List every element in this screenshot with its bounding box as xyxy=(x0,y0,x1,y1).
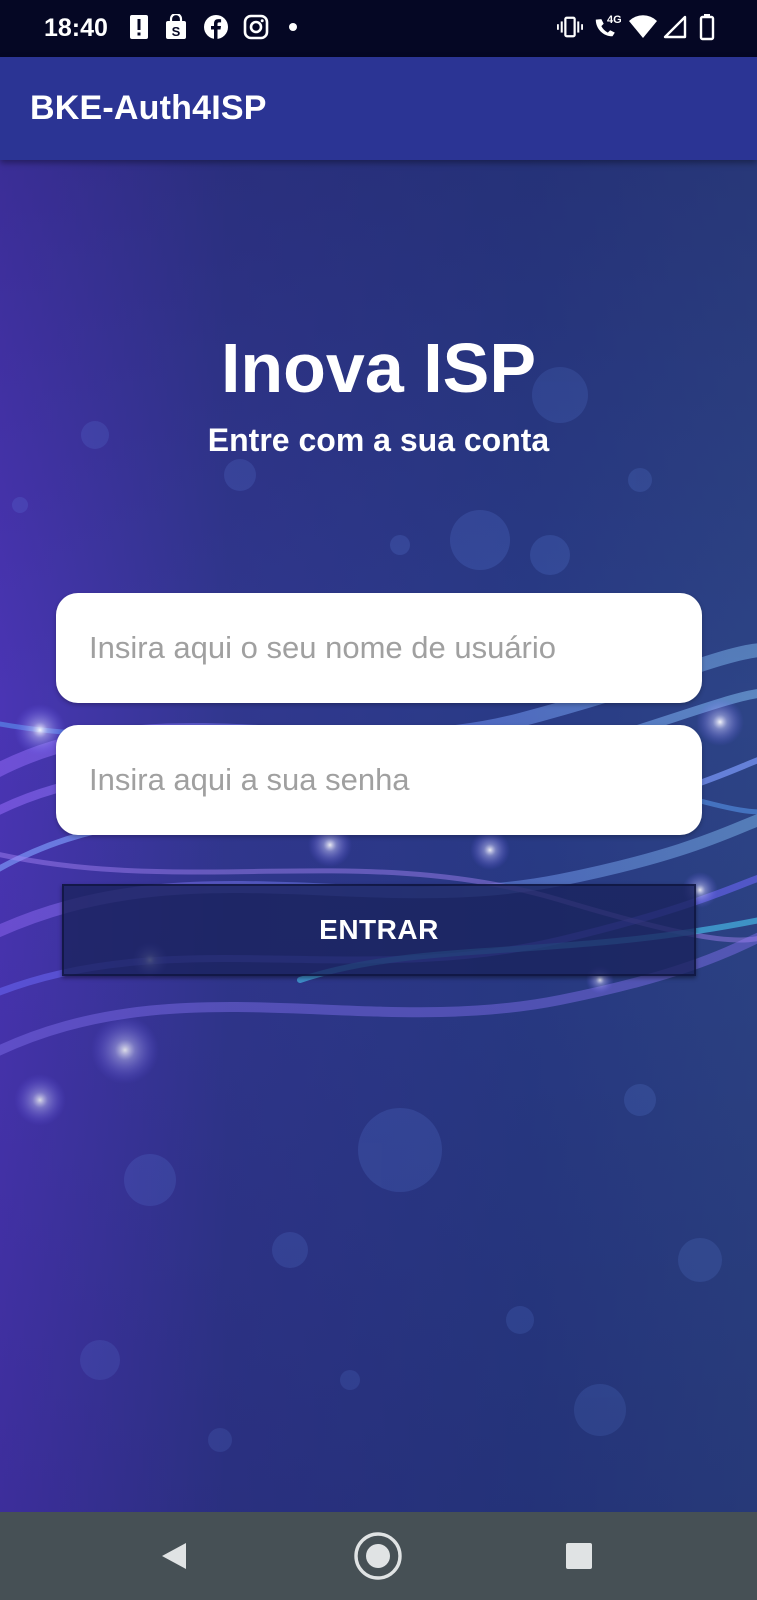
alert-icon xyxy=(126,14,152,40)
navigation-bar xyxy=(0,1512,757,1600)
shopping-bag-icon: S xyxy=(163,14,189,40)
login-background: Inova ISP Entre com a sua conta ENTRAR xyxy=(0,160,757,1512)
enter-button[interactable]: ENTRAR xyxy=(62,884,696,976)
status-bar: 18:40 S 4G xyxy=(0,0,757,57)
signal-icon xyxy=(662,14,688,40)
instagram-icon xyxy=(243,14,269,40)
dot-icon xyxy=(280,14,306,40)
login-headline: Inova ISP xyxy=(220,329,537,407)
recents-icon[interactable] xyxy=(565,1542,593,1570)
app-bar: BKE-Auth4ISP xyxy=(0,57,757,160)
back-icon[interactable] xyxy=(158,1540,190,1572)
username-field[interactable] xyxy=(56,593,702,703)
login-subheadline: Entre com a sua conta xyxy=(207,422,550,458)
facebook-icon xyxy=(203,14,229,40)
password-field[interactable] xyxy=(56,725,702,835)
svg-text:S: S xyxy=(172,24,181,39)
home-icon[interactable] xyxy=(353,1531,403,1581)
vibrate-icon xyxy=(557,14,583,40)
password-input[interactable] xyxy=(56,725,702,835)
username-input[interactable] xyxy=(56,593,702,703)
battery-icon xyxy=(694,14,720,41)
wifi-icon xyxy=(628,14,658,40)
network-label: 4G xyxy=(607,14,622,26)
app-title: BKE-Auth4ISP xyxy=(30,89,267,127)
status-time: 18:40 xyxy=(44,14,108,42)
